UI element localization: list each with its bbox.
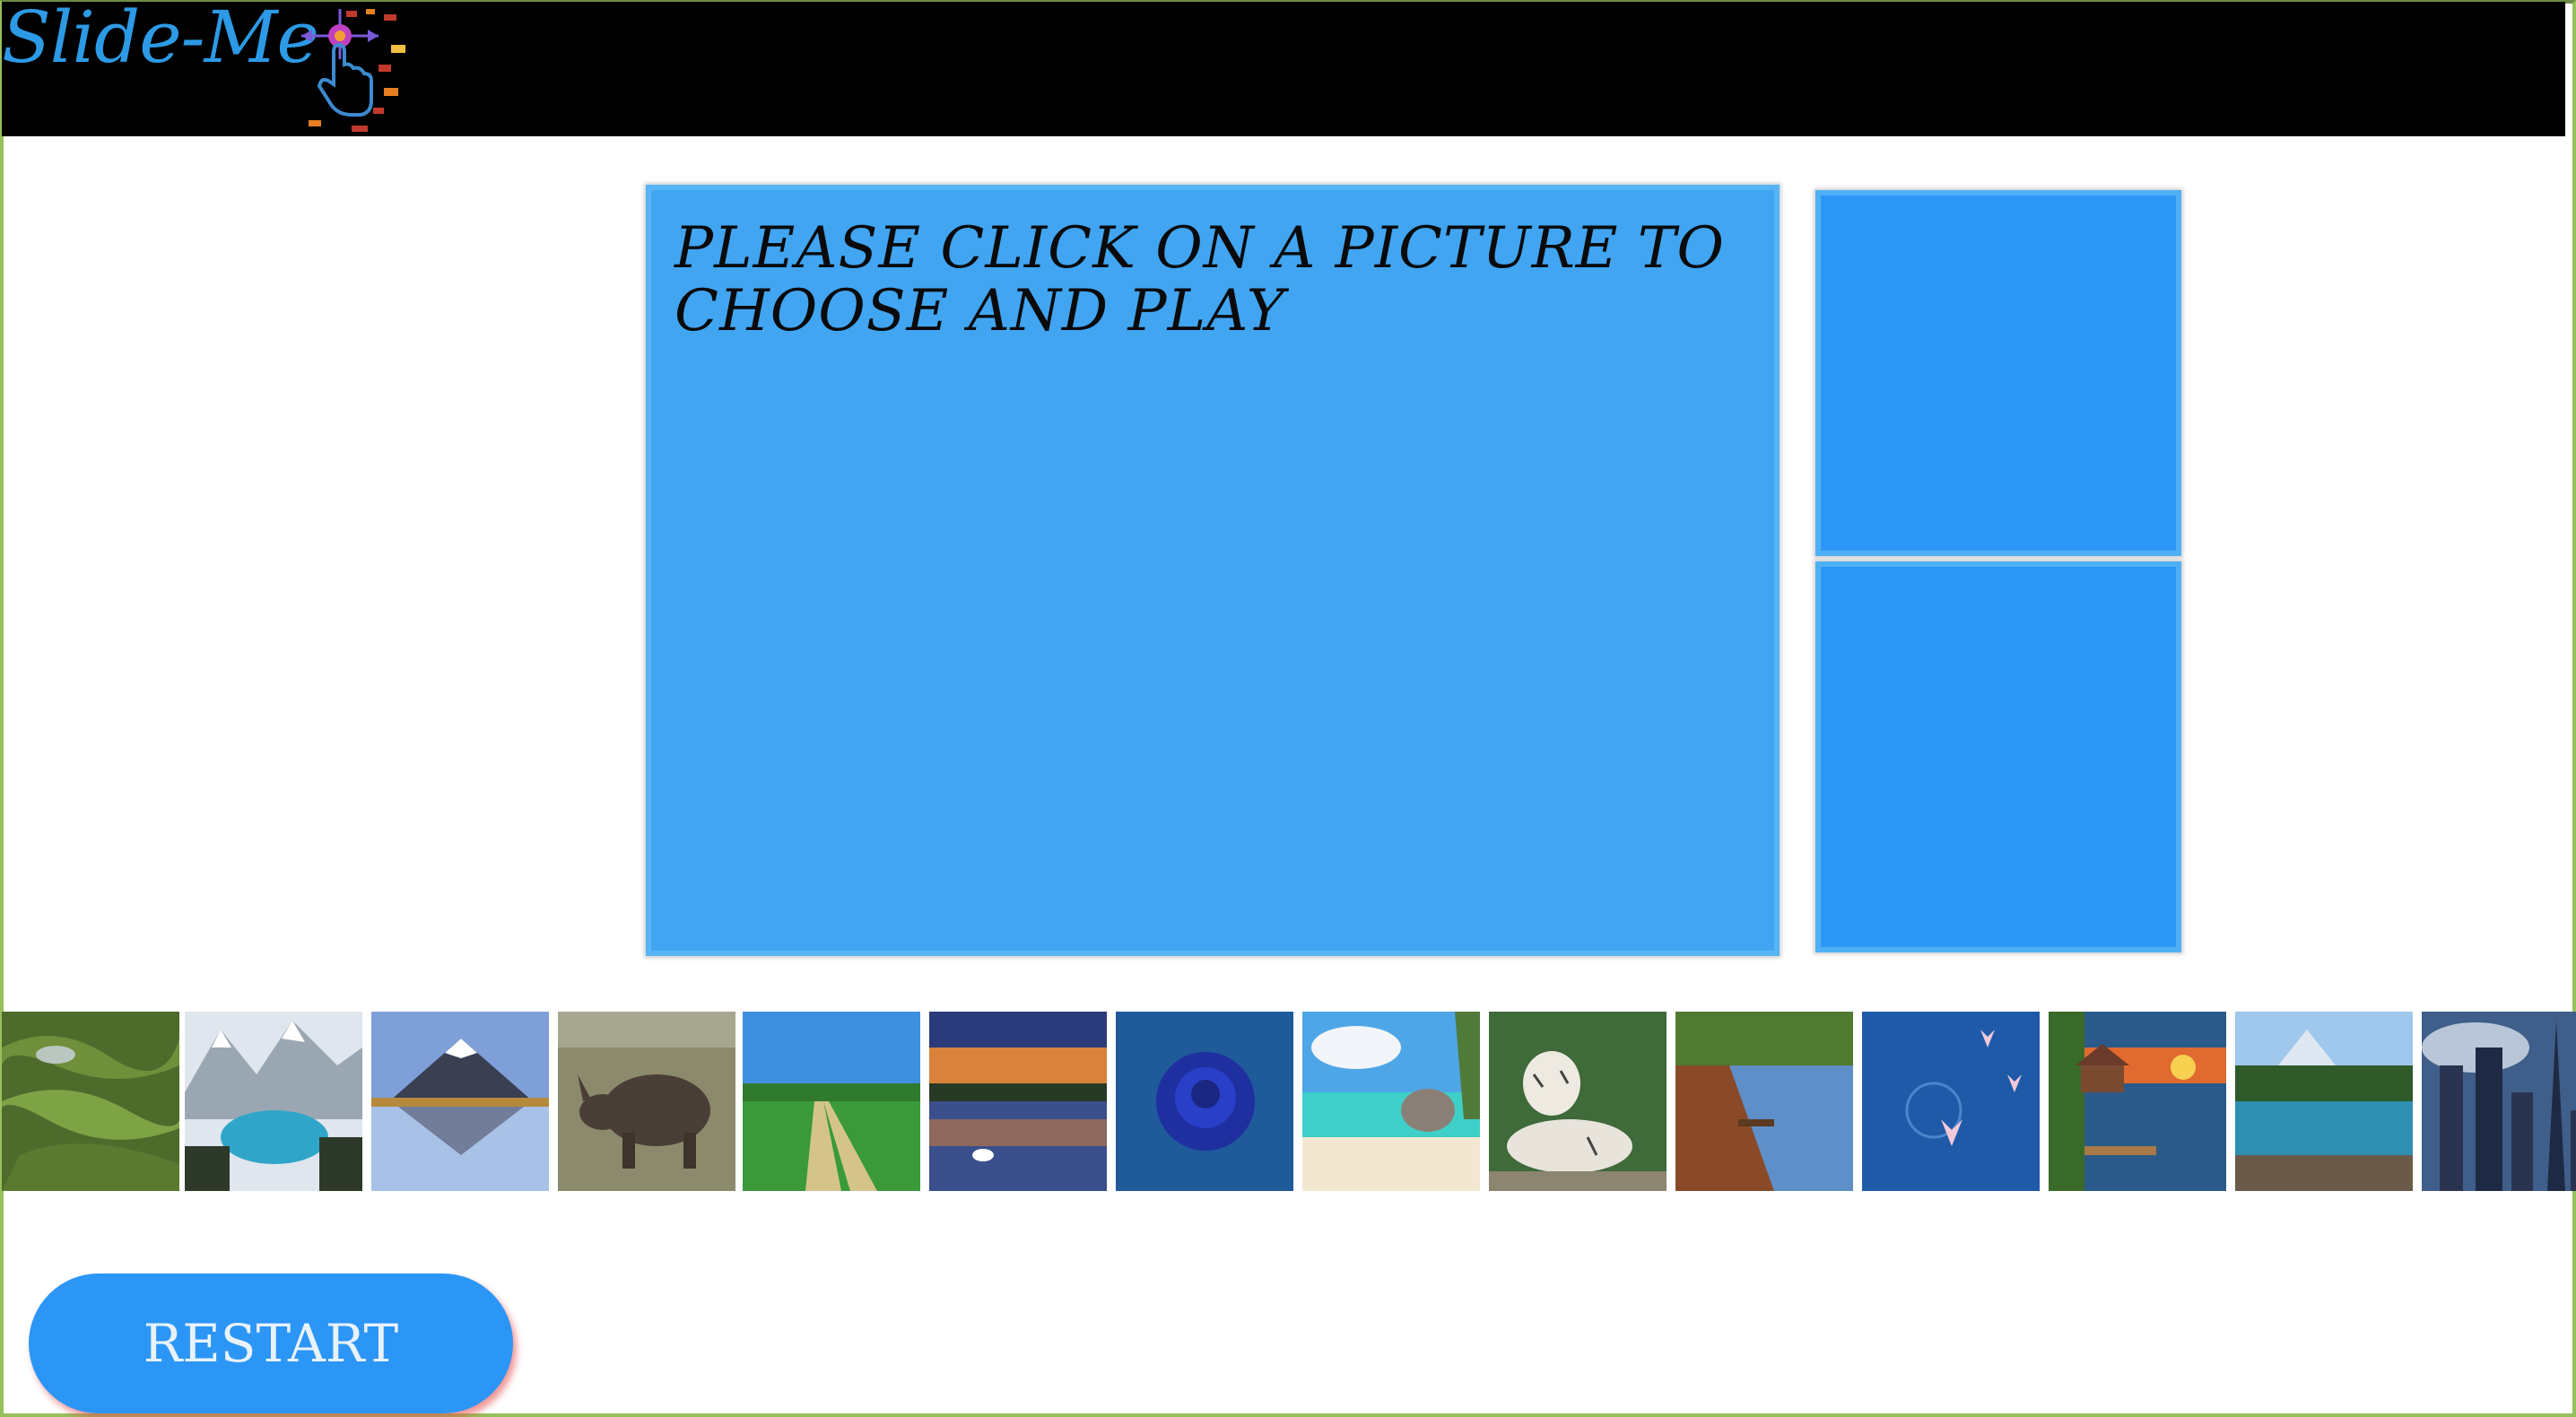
thumbnail-rice-terraces[interactable] — [2, 1012, 179, 1191]
board-prompt: PLEASE CLICK ON A PICTURE TO CHOOSE AND … — [674, 215, 1725, 344]
preview-panel-bottom — [1815, 561, 2181, 952]
thumbnail-volcano[interactable] — [371, 1012, 549, 1191]
thumbnail-mountain-lake[interactable] — [185, 1012, 362, 1191]
thumbnail-swan-sunset[interactable] — [929, 1012, 1107, 1191]
thumbnail-water-lilies[interactable] — [1862, 1012, 2040, 1191]
picture-strip — [2, 1012, 2576, 1191]
thumbnail-lakeside[interactable] — [1675, 1012, 1853, 1191]
thumbnail-white-tiger[interactable] — [1489, 1012, 1667, 1191]
thumbnail-alpine-lake[interactable] — [2235, 1012, 2413, 1191]
thumbnail-beach[interactable] — [1302, 1012, 1480, 1191]
thumbnail-blue-rose[interactable] — [1116, 1012, 1293, 1191]
tap-hand-icon — [298, 5, 414, 136]
thumbnail-city-skyline[interactable] — [2422, 1012, 2576, 1191]
restart-button[interactable]: RESTART — [29, 1274, 513, 1413]
thumbnail-grass-path[interactable] — [743, 1012, 920, 1191]
thumbnail-cabin-sunset[interactable] — [2049, 1012, 2226, 1191]
thumbnail-rhino[interactable] — [558, 1012, 735, 1191]
app-title: Slide-Me — [2, 0, 319, 79]
puzzle-board[interactable]: PLEASE CLICK ON A PICTURE TO CHOOSE AND … — [646, 185, 1780, 956]
preview-panel-top — [1815, 190, 2181, 556]
header-bar: Slide-Me — [2, 2, 2565, 136]
